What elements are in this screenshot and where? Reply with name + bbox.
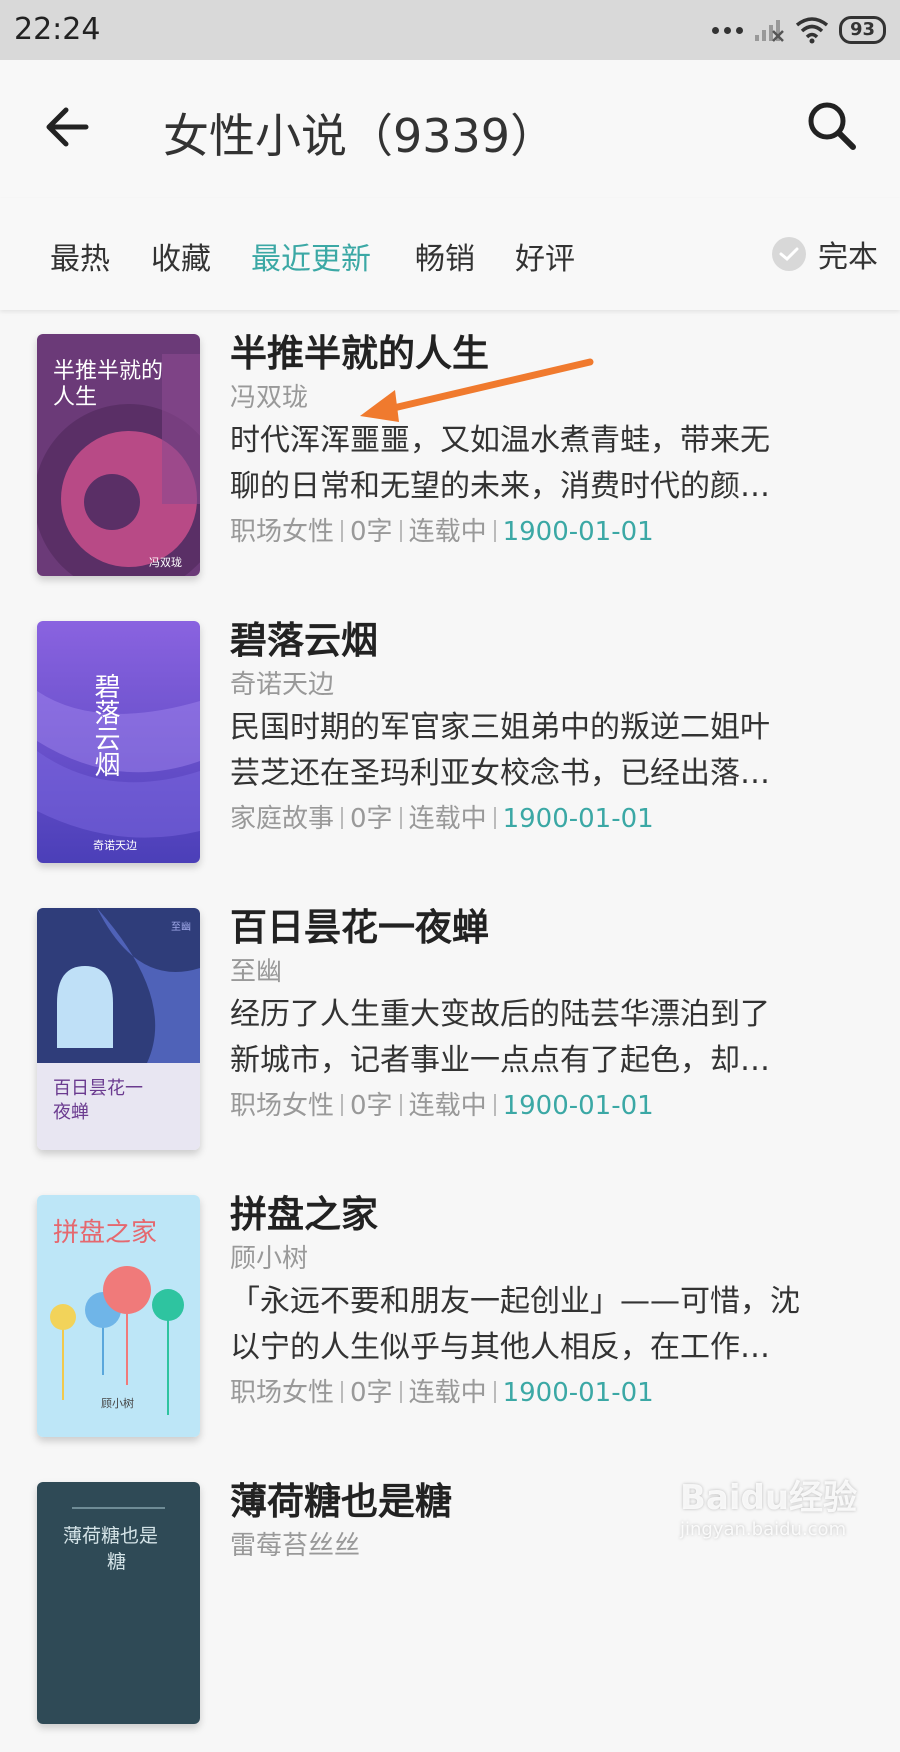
watermark-url: jingyan.baidu.com	[680, 1519, 847, 1540]
word-count: 0字	[350, 517, 393, 547]
book-author: 至幽	[230, 957, 283, 987]
page-title: 女性小说（9339）	[163, 109, 557, 163]
signal-icon	[754, 20, 784, 42]
book-meta: 职场女性 0字 连载中 1900-01-01	[230, 510, 870, 554]
serial-status: 连载中	[408, 1378, 487, 1408]
wifi-icon	[795, 17, 829, 44]
book-meta: 家庭故事 0字 连载中 1900-01-01	[230, 797, 870, 841]
book-description: 民国时期的军官家三姐弟中的叛逆二姐叶 芸芝还在圣玛利亚女校念书，已经出落…	[230, 705, 870, 797]
cover-title: 碧落云烟	[90, 673, 120, 777]
status-bar: 22:24 93	[0, 0, 900, 60]
book-cover: 碧落云烟 奇诺天边	[37, 621, 200, 863]
book-title[interactable]: 拼盘之家	[230, 1191, 870, 1239]
book-info: 碧落云烟 奇诺天边 民国时期的军官家三姐弟中的叛逆二姐叶 芸芝还在圣玛利亚女校念…	[230, 617, 870, 841]
back-button[interactable]	[42, 102, 92, 156]
book-description: 时代浑浑噩噩，又如温水煮青蛙，带来无 聊的日常和无望的未来，消费时代的颜…	[230, 418, 870, 510]
app-bar: 女性小说（9339）	[0, 60, 900, 199]
book-category: 职场女性	[230, 1378, 335, 1408]
book-author: 顾小树	[230, 1244, 309, 1274]
list-item[interactable]: 百日昙花一 夜蝉 至幽 百日昙花一夜蝉 至幽 经历了人生重大变故后的陆芸华漂泊到…	[0, 886, 900, 1178]
book-meta: 职场女性 0字 连载中 1900-01-01	[230, 1084, 870, 1128]
description-line: 芸芝还在圣玛利亚女校念书，已经出落…	[230, 756, 770, 791]
book-cover: 半推半就的 人生 冯双珑	[37, 334, 200, 576]
update-date: 1900-01-01	[502, 1378, 654, 1408]
cover-title-line: 百日昙花一	[53, 1078, 143, 1099]
list-item[interactable]: 碧落云烟 奇诺天边 碧落云烟 奇诺天边 民国时期的军官家三姐弟中的叛逆二姐叶 芸…	[0, 599, 900, 891]
serial-status: 连载中	[408, 517, 487, 547]
tab-favorites[interactable]: 收藏	[151, 234, 211, 278]
cover-author: 冯双珑	[149, 556, 182, 569]
book-description: 「永远不要和朋友一起创业」——可惜，沈 以宁的人生似乎与其他人相反，在工作…	[230, 1279, 870, 1371]
update-date: 1900-01-01	[502, 1091, 654, 1121]
cover-author: 奇诺天边	[93, 839, 137, 852]
tab-hottest[interactable]: 最热	[50, 234, 110, 278]
description-line: 经历了人生重大变故后的陆芸华漂泊到了	[230, 997, 770, 1032]
cover-title-line: 糖	[107, 1551, 126, 1573]
completed-filter-toggle[interactable]: 完本	[772, 232, 878, 276]
check-icon	[772, 237, 806, 271]
search-icon	[808, 102, 856, 150]
description-line: 「永远不要和朋友一起创业」——可惜，沈	[230, 1284, 800, 1319]
cover-author: 至幽	[171, 921, 191, 933]
annotation-arrow-icon	[360, 358, 594, 422]
word-count: 0字	[350, 1378, 393, 1408]
status-icons: 93	[711, 16, 886, 44]
book-title[interactable]: 百日昙花一夜蝉	[230, 904, 870, 952]
search-button[interactable]	[806, 100, 858, 156]
completed-label: 完本	[818, 240, 878, 275]
cover-title-line: 人生	[53, 385, 97, 410]
tab-recently-updated[interactable]: 最近更新	[251, 234, 371, 278]
serial-status: 连载中	[408, 1091, 487, 1121]
list-item[interactable]: 拼盘之家 顾小树 拼盘之家 顾小树 「永远不要和朋友一起创业」——可惜，沈 以宁…	[0, 1173, 900, 1465]
description-line: 聊的日常和无望的未来，消费时代的颜…	[230, 469, 770, 504]
tab-bestselling[interactable]: 畅销	[415, 234, 475, 278]
tab-top-rated[interactable]: 好评	[515, 234, 575, 278]
book-category: 职场女性	[230, 1091, 335, 1121]
serial-status: 连载中	[408, 804, 487, 834]
cover-title-line: 半推半就的	[53, 359, 163, 384]
book-info: 拼盘之家 顾小树 「永远不要和朋友一起创业」——可惜，沈 以宁的人生似乎与其他人…	[230, 1191, 870, 1415]
update-date: 1900-01-01	[502, 517, 654, 547]
description-line: 新城市，记者事业一点点有了起色，却…	[230, 1043, 770, 1078]
book-title[interactable]: 碧落云烟	[230, 617, 870, 665]
more-dots-icon	[711, 26, 743, 34]
book-cover: 拼盘之家 顾小树	[37, 1195, 200, 1437]
cover-title: 拼盘之家	[53, 1218, 157, 1248]
book-meta: 职场女性 0字 连载中 1900-01-01	[230, 1371, 870, 1415]
word-count: 0字	[350, 1091, 393, 1121]
book-cover: 薄荷糖也是 糖	[37, 1482, 200, 1724]
cover-title-line: 薄荷糖也是	[63, 1525, 158, 1547]
watermark-logo: Baidu经验	[680, 1478, 858, 1518]
book-description: 经历了人生重大变故后的陆芸华漂泊到了 新城市，记者事业一点点有了起色，却…	[230, 992, 870, 1084]
book-category: 家庭故事	[230, 804, 335, 834]
book-author: 奇诺天边	[230, 670, 335, 700]
description-line: 以宁的人生似乎与其他人相反，在工作…	[230, 1330, 770, 1365]
watermark: Baidu经验 jingyan.baidu.com	[680, 1470, 857, 1540]
book-category: 职场女性	[230, 517, 335, 547]
description-line: 民国时期的军官家三姐弟中的叛逆二姐叶	[230, 710, 770, 745]
book-cover: 百日昙花一 夜蝉 至幽	[37, 908, 200, 1150]
book-info: 百日昙花一夜蝉 至幽 经历了人生重大变故后的陆芸华漂泊到了 新城市，记者事业一点…	[230, 904, 870, 1128]
cover-title-line: 夜蝉	[53, 1102, 89, 1123]
filter-tabs: 最热 收藏 最近更新 畅销 好评 完本	[0, 198, 900, 310]
update-date: 1900-01-01	[502, 804, 654, 834]
status-time: 22:24	[14, 12, 101, 47]
back-arrow-icon	[46, 107, 89, 147]
word-count: 0字	[350, 804, 393, 834]
cover-author: 顾小树	[101, 1396, 134, 1410]
battery-indicator: 93	[838, 16, 886, 44]
